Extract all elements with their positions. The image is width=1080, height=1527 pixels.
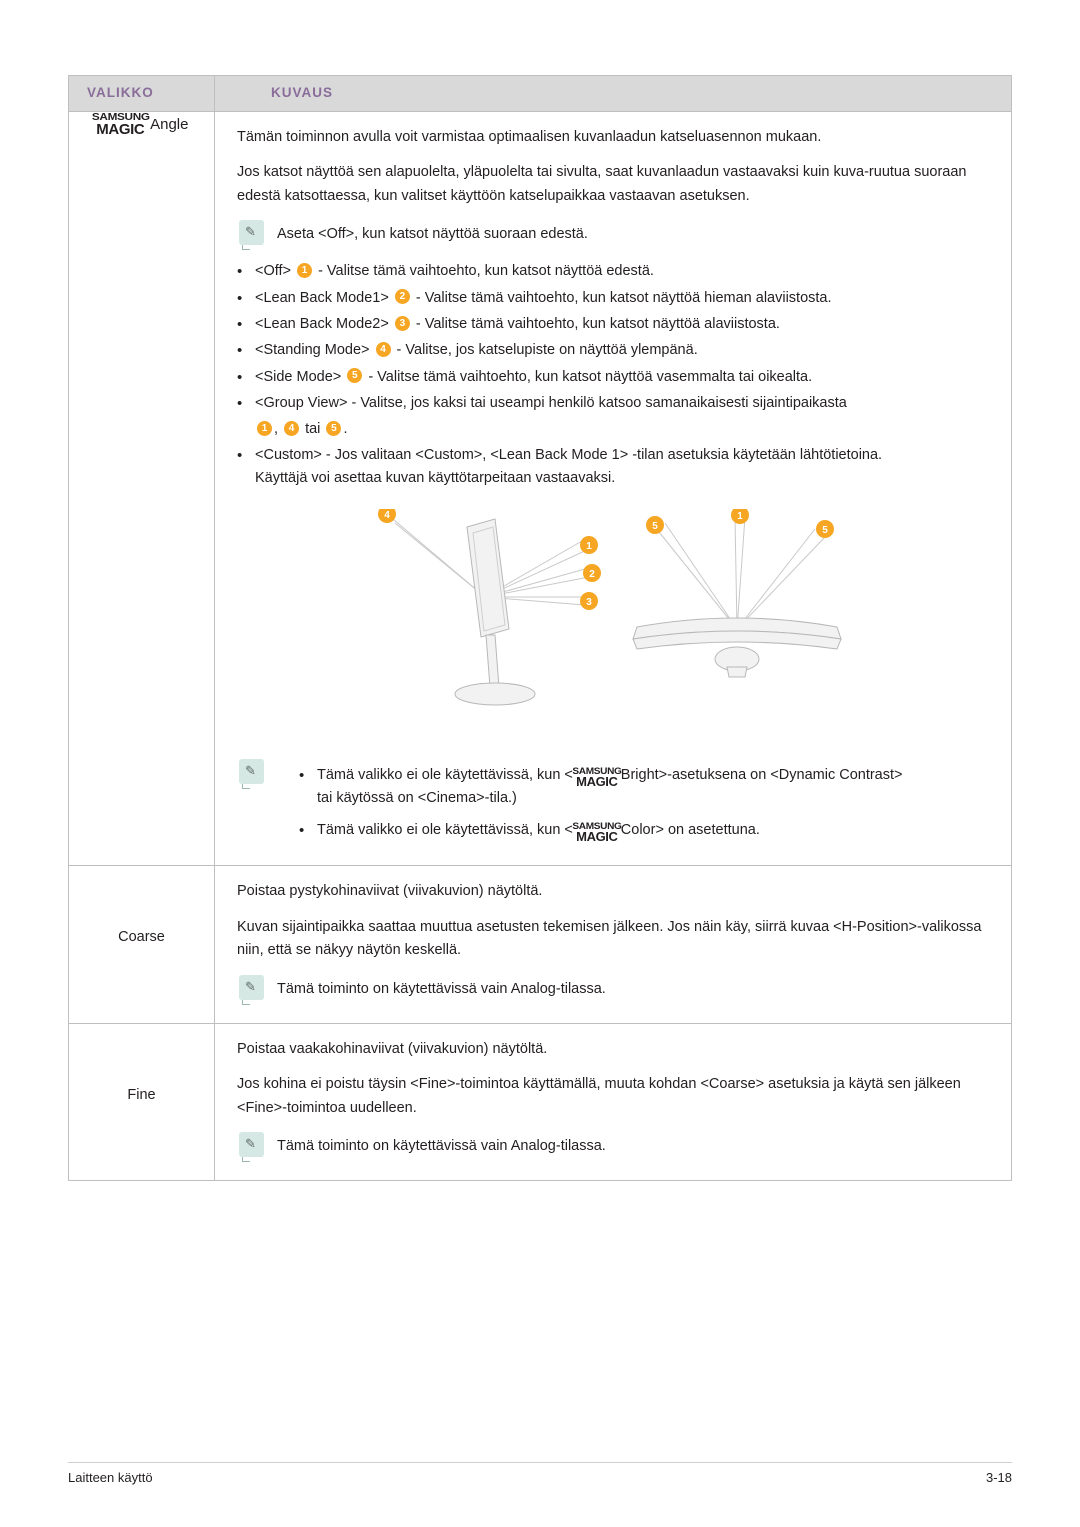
table-row: Coarse Poistaa pystykohinaviivat (viivak… xyxy=(68,865,1012,1024)
menu-label-angle: Angle xyxy=(150,115,189,133)
footnote-1-pre: Tämä valikko ei ole käytettävissä, kun < xyxy=(317,766,573,783)
monitor-angle-diagram: 4 1 2 3 5 1 5 xyxy=(378,504,842,706)
menu-label-fine: Fine xyxy=(127,1086,156,1103)
footnote-2-mid: Color> on asetettuna. xyxy=(620,821,760,838)
list-item: • <Lean Back Mode2> 3 - Valitse tämä vai… xyxy=(237,313,997,337)
footer-divider xyxy=(68,1462,1012,1463)
footnote-item: • Tämä valikko ei ole käytettävissä, kun… xyxy=(299,764,997,811)
list-item-group-view: • <Group View> - Valitse, jos kaksi tai … xyxy=(237,392,997,442)
samsung-magic-logo-icon: SAMSUNG MAGIC xyxy=(91,111,150,138)
option-desc: - Valitse tämä vaihtoehto, kun katsot nä… xyxy=(318,263,654,280)
bullet-dot-icon: • xyxy=(237,289,243,307)
custom-line-1: <Custom> - Jos valitaan <Custom>, <Lean … xyxy=(255,446,883,463)
bullet-dot-icon: • xyxy=(237,316,243,334)
note-block-fine: ✎ Tämä toiminto on käytettävissä vain An… xyxy=(237,1132,997,1163)
badge-number: 5 xyxy=(326,421,342,437)
option-name: <Lean Back Mode2> xyxy=(255,316,389,333)
description-cell-fine: Poistaa vaakakohinaviivat (viivakuvion) … xyxy=(214,1023,1012,1182)
group-view-conj: tai xyxy=(305,421,321,438)
svg-text:4: 4 xyxy=(384,510,390,521)
table-row: Fine Poistaa vaakakohinaviivat (viivakuv… xyxy=(68,1023,1012,1182)
option-desc: - Valitse tämä vaihtoehto, kun katsot nä… xyxy=(415,289,832,306)
column-header-menu: VALIKKO xyxy=(68,75,215,112)
note-pencil-icon: ✎ xyxy=(237,1132,271,1163)
bullet-dot-icon: • xyxy=(237,394,243,412)
footnote-1-mid: Bright>-asetuksena on <Dynamic Contrast> xyxy=(620,766,903,783)
angle-option-list: • <Off> 1 - Valitse tämä vaihtoehto, kun… xyxy=(237,260,997,490)
footer-page-number: 3-18 xyxy=(985,1470,1012,1485)
note-block-1: ✎ Aseta <Off>, kun katsot näyttöä suoraa… xyxy=(237,220,997,251)
bullet-dot-icon: • xyxy=(299,821,305,839)
samsung-magic-logo-icon: SAMSUNG MAGIC xyxy=(572,765,622,789)
samsung-magic-logo-icon: SAMSUNG MAGIC xyxy=(572,820,622,844)
option-desc: - Valitse tämä vaihtoehto, kun katsot nä… xyxy=(415,316,780,333)
page: VALIKKO KUVAUS SAMSUNG MAGIC Angle Tämän… xyxy=(0,0,1080,1527)
menu-cell-coarse: Coarse xyxy=(68,865,215,1024)
footnote-1-line2: tai käytössä on <Cinema>-tila.) xyxy=(317,790,517,807)
bullet-dot-icon: • xyxy=(237,446,243,464)
fine-line-2: Jos kohina ei poistu täysin <Fine>-toimi… xyxy=(237,1076,961,1116)
list-item: • <Standing Mode> 4 - Valitse, jos katse… xyxy=(237,339,997,363)
description-cell-magic-angle: Tämän toiminnon avulla voit varmistaa op… xyxy=(214,111,1012,867)
group-view-text: <Group View> - Valitse, jos kaksi tai us… xyxy=(255,394,847,411)
intro-paragraph-2: Jos katsot näyttöä sen alapuolelta, yläp… xyxy=(237,164,967,204)
footnote-2-pre: Tämä valikko ei ole käytettävissä, kun < xyxy=(317,821,573,838)
list-item: • <Side Mode> 5 - Valitse tämä vaihtoeht… xyxy=(237,366,997,390)
note-pencil-icon: ✎ xyxy=(237,974,271,1005)
footer-section-label: Laitteen käyttö xyxy=(68,1470,153,1485)
list-item: • <Off> 1 - Valitse tämä vaihtoehto, kun… xyxy=(237,260,997,284)
fine-note: Tämä toiminto on käytettävissä vain Anal… xyxy=(277,1138,606,1155)
menu-label-coarse: Coarse xyxy=(118,929,165,946)
note-text-1: Aseta <Off>, kun katsot näyttöä suoraan … xyxy=(277,226,588,243)
bullet-dot-icon: • xyxy=(299,766,305,784)
footnote-item: • Tämä valikko ei ole käytettävissä, kun… xyxy=(299,819,997,843)
list-item-custom: • <Custom> - Jos valitaan <Custom>, <Lea… xyxy=(237,444,997,491)
viewing-angle-figure: 4 1 2 3 5 1 5 xyxy=(237,504,997,739)
badge-number: 3 xyxy=(394,315,410,331)
column-header-description: KUVAUS xyxy=(214,75,1012,112)
fine-line-1: Poistaa vaakakohinaviivat (viivakuvion) … xyxy=(237,1040,548,1057)
table-row: SAMSUNG MAGIC Angle Tämän toiminnon avul… xyxy=(68,111,1012,867)
badge-number: 5 xyxy=(347,368,363,384)
option-desc: - Valitse tämä vaihtoehto, kun katsot nä… xyxy=(368,368,813,385)
svg-text:1: 1 xyxy=(737,511,743,522)
svg-text:5: 5 xyxy=(652,521,658,532)
magic-angle-logo: SAMSUNG MAGIC Angle xyxy=(69,112,214,137)
badge-number: 4 xyxy=(375,342,391,358)
group-view-badges: 1, 4 tai 5. xyxy=(255,418,997,441)
group-view-end: . xyxy=(343,421,348,438)
menu-cell-magic-angle: SAMSUNG MAGIC Angle xyxy=(68,111,215,867)
badge-number: 1 xyxy=(257,421,272,437)
note-block-2: ✎ • Tämä valikko ei ole käytettävissä, k… xyxy=(237,758,997,845)
option-name: <Off> xyxy=(255,263,292,280)
option-name: <Standing Mode> xyxy=(255,342,370,359)
list-item: • <Lean Back Mode1> 2 - Valitse tämä vai… xyxy=(237,287,997,311)
bullet-dot-icon: • xyxy=(237,263,243,281)
bullet-dot-icon: • xyxy=(237,342,243,360)
svg-text:1: 1 xyxy=(586,541,592,552)
svg-text:3: 3 xyxy=(586,597,592,608)
note-pencil-icon: ✎ xyxy=(237,220,271,251)
option-desc: - Valitse, jos katselupiste on näyttöä y… xyxy=(396,342,698,359)
note-block-coarse: ✎ Tämä toiminto on käytettävissä vain An… xyxy=(237,974,997,1005)
coarse-note: Tämä toiminto on käytettävissä vain Anal… xyxy=(277,980,606,997)
description-cell-coarse: Poistaa pystykohinaviivat (viivakuvion) … xyxy=(214,865,1012,1024)
menu-description-table: VALIKKO KUVAUS SAMSUNG MAGIC Angle Tämän… xyxy=(68,75,1012,1182)
intro-paragraph-1: Tämän toiminnon avulla voit varmistaa op… xyxy=(237,129,822,145)
coarse-line-1: Poistaa pystykohinaviivat (viivakuvion) … xyxy=(237,883,543,900)
badge-number: 1 xyxy=(297,263,313,279)
svg-text:5: 5 xyxy=(822,525,828,536)
table-header-row: VALIKKO KUVAUS xyxy=(68,75,1012,112)
note-pencil-icon: ✎ xyxy=(237,758,271,789)
coarse-line-2: Kuvan sijaintipaikka saattaa muuttua ase… xyxy=(237,918,982,959)
badge-number: 4 xyxy=(284,421,300,437)
badge-number: 2 xyxy=(394,289,410,305)
option-name: <Lean Back Mode1> xyxy=(255,289,389,306)
option-name: <Side Mode> xyxy=(255,368,342,385)
svg-text:2: 2 xyxy=(589,569,595,580)
menu-cell-fine: Fine xyxy=(68,1023,215,1182)
custom-line-2: Käyttäjä voi asettaa kuvan käyttötarpeit… xyxy=(255,470,616,487)
bullet-dot-icon: • xyxy=(237,368,243,386)
